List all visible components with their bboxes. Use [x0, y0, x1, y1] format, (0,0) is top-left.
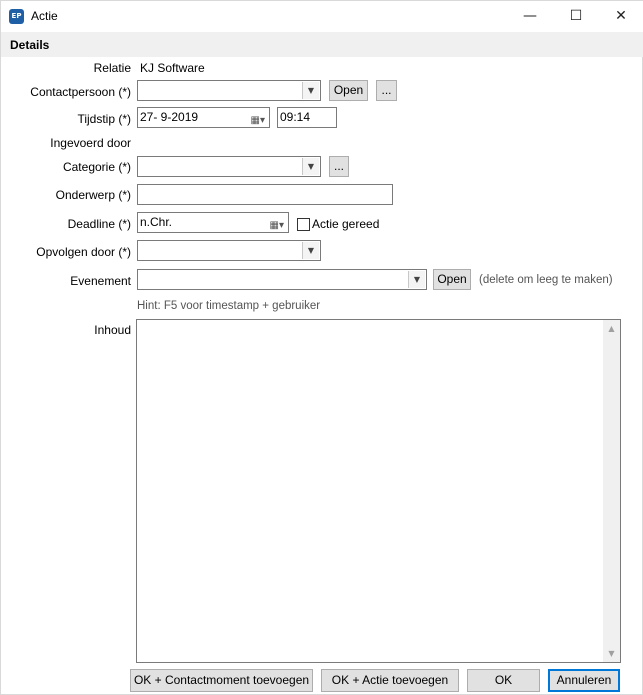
calendar-icon[interactable]: ▦▾ — [251, 111, 265, 127]
opvolgen-door-combobox[interactable]: ▼ — [137, 240, 321, 261]
contactpersoon-label: Contactpersoon (*) — [30, 85, 131, 99]
deadline-value: n.Chr. — [140, 215, 173, 229]
tijdstip-time-input[interactable]: 09:14 — [277, 107, 337, 128]
actie-gereed-label: Actie gereed — [312, 217, 380, 231]
categorie-combobox[interactable]: ▼ — [137, 156, 321, 177]
section-title: Details — [10, 38, 50, 52]
title-bar: EP Actie — ☐ ✕ — [1, 1, 643, 32]
annuleren-button[interactable]: Annuleren — [548, 669, 620, 692]
evenement-label: Evenement — [70, 274, 131, 288]
evenement-combobox[interactable]: ▼ — [137, 269, 427, 290]
inhoud-label: Inhoud — [94, 323, 131, 337]
scroll-down-icon[interactable]: ▼ — [603, 645, 620, 662]
contactpersoon-open-button[interactable]: Open — [329, 80, 368, 101]
categorie-label: Categorie (*) — [62, 160, 131, 174]
minimize-button[interactable]: — — [507, 1, 553, 32]
ingevoerd-door-label: Ingevoerd door — [50, 136, 131, 150]
actie-window: EP Actie — ☐ ✕ Details Relatie KJ Softwa… — [0, 0, 643, 695]
deadline-date-picker[interactable]: n.Chr. ▦▾ — [137, 212, 289, 233]
categorie-more-button[interactable]: ... — [329, 156, 349, 177]
inhoud-textarea[interactable]: ▲ ▼ — [136, 319, 621, 663]
window-title: Actie — [31, 9, 58, 23]
relatie-label: Relatie — [93, 61, 131, 75]
ok-button[interactable]: OK — [467, 669, 540, 692]
details-section-header: Details — [1, 32, 643, 57]
opvolgen-door-label: Opvolgen door (*) — [36, 245, 131, 259]
scroll-up-icon[interactable]: ▲ — [603, 320, 620, 337]
maximize-button[interactable]: ☐ — [553, 1, 599, 32]
tijdstip-date-value: 27- 9-2019 — [140, 110, 199, 124]
actie-gereed-checkbox[interactable] — [297, 218, 310, 231]
chevron-down-icon[interactable]: ▼ — [302, 242, 319, 259]
onderwerp-input[interactable] — [137, 184, 393, 205]
onderwerp-label: Onderwerp (*) — [55, 188, 131, 202]
chevron-down-icon[interactable]: ▼ — [408, 271, 425, 288]
contactpersoon-more-button[interactable]: ... — [376, 80, 397, 101]
chevron-down-icon[interactable]: ▼ — [302, 158, 319, 175]
calendar-icon[interactable]: ▦▾ — [270, 216, 284, 232]
tijdstip-time-value: 09:14 — [280, 110, 311, 124]
app-logo-icon: EP — [9, 9, 24, 24]
relatie-value: KJ Software — [140, 61, 205, 75]
chevron-down-icon[interactable]: ▼ — [302, 82, 319, 99]
evenement-open-button[interactable]: Open — [433, 269, 471, 290]
timestamp-hint: Hint: F5 voor timestamp + gebruiker — [137, 300, 321, 312]
tijdstip-date-picker[interactable]: 27- 9-2019 ▦▾ — [137, 107, 270, 128]
evenement-hint: (delete om leeg te maken) — [479, 274, 613, 286]
close-button[interactable]: ✕ — [598, 1, 643, 32]
ok-contactmoment-button[interactable]: OK + Contactmoment toevoegen — [130, 669, 313, 692]
tijdstip-label: Tijdstip (*) — [77, 112, 131, 126]
ok-actie-button[interactable]: OK + Actie toevoegen — [321, 669, 459, 692]
inhoud-scrollbar[interactable]: ▲ ▼ — [603, 320, 620, 662]
deadline-label: Deadline (*) — [67, 217, 131, 231]
contactpersoon-combobox[interactable]: ▼ — [137, 80, 321, 101]
